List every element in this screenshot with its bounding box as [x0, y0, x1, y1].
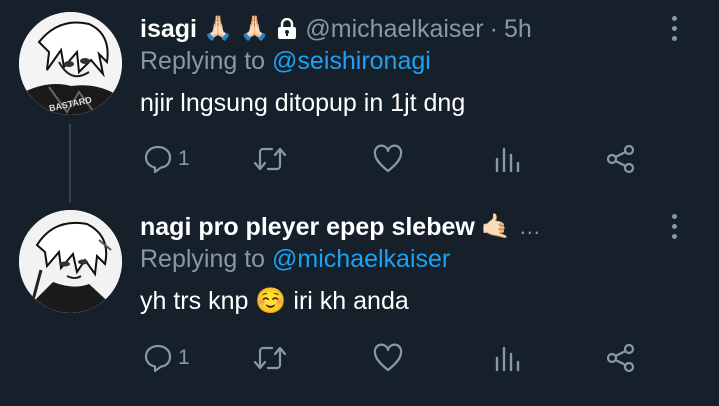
retweet-button[interactable]	[253, 143, 287, 175]
retweet-button[interactable]	[253, 342, 287, 374]
share-button[interactable]	[605, 143, 637, 175]
separator-dot: ·	[489, 14, 498, 43]
replying-to-label: Replying to	[140, 47, 266, 75]
user-handle[interactable]: @michaelkaiser	[305, 15, 483, 44]
stats-button[interactable]	[493, 342, 521, 374]
mention-link[interactable]: @seishironagi	[272, 47, 431, 75]
like-button[interactable]	[372, 342, 404, 374]
tweet[interactable]: nagi pro pleyer epep slebew 🤙🏻 … Replyin…	[0, 196, 719, 406]
thread-line	[69, 124, 71, 202]
tweet-emoji: ☺️	[255, 287, 287, 315]
mention-link[interactable]: @michaelkaiser	[272, 245, 450, 273]
timestamp[interactable]: 5h	[504, 15, 532, 44]
retweet-icon[interactable]	[253, 143, 287, 175]
reply-icon[interactable]	[142, 342, 174, 374]
tweet-text-part: yh trs knp	[140, 287, 249, 315]
share-icon[interactable]	[605, 143, 637, 175]
stats-icon[interactable]	[493, 342, 521, 374]
tweet-text-part: iri kh anda	[293, 287, 409, 315]
reply-icon[interactable]	[142, 143, 174, 175]
reply-button[interactable]: 1	[142, 143, 190, 175]
replying-to: Replying to @seishironagi	[140, 47, 699, 81]
share-button[interactable]	[605, 342, 637, 374]
stats-icon[interactable]	[493, 143, 521, 175]
replying-to: Replying to @michaelkaiser	[140, 245, 699, 279]
tweet-text: njir lngsung ditopup in 1jt dng	[140, 89, 466, 117]
display-name[interactable]: isagi	[140, 15, 197, 44]
tweet-text: yh trs knp ☺️ iri kh anda	[140, 287, 699, 316]
like-button[interactable]	[372, 143, 404, 175]
more-options-icon[interactable]	[672, 214, 677, 239]
name-truncation: …	[518, 214, 542, 239]
tweet[interactable]: BASTARD isagi 🙏🏻 🙏🏻 @michaelkaiser · 5h …	[0, 0, 719, 202]
action-bar: 1	[140, 143, 640, 179]
avatar[interactable]: BASTARD	[19, 12, 122, 115]
name-emoji: 🤙🏻	[480, 213, 511, 240]
replying-to-label: Replying to	[140, 245, 266, 273]
more-options-icon[interactable]	[672, 16, 677, 41]
display-name[interactable]: nagi pro pleyer epep slebew	[140, 213, 475, 242]
reply-count: 1	[178, 147, 190, 170]
like-icon[interactable]	[372, 143, 404, 175]
share-icon[interactable]	[605, 342, 637, 374]
reply-count: 1	[178, 346, 190, 369]
name-emoji: 🙏🏻 🙏🏻	[202, 15, 270, 42]
action-bar: 1	[140, 342, 640, 378]
reply-button[interactable]: 1	[142, 342, 190, 374]
avatar[interactable]	[19, 210, 122, 313]
like-icon[interactable]	[372, 342, 404, 374]
lock-icon	[277, 18, 297, 40]
stats-button[interactable]	[493, 143, 521, 175]
retweet-icon[interactable]	[253, 342, 287, 374]
